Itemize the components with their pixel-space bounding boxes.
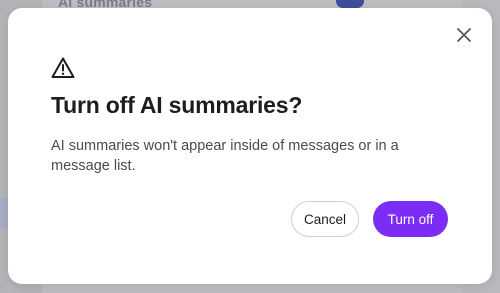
warning-icon [51,56,75,80]
close-button[interactable] [454,25,474,45]
dialog-title: Turn off AI summaries? [51,92,303,118]
background-accent [0,198,8,228]
cancel-button[interactable]: Cancel [291,201,359,237]
close-icon [457,28,471,42]
confirm-dialog: Turn off AI summaries? AI summaries won'… [8,8,492,284]
turn-off-button[interactable]: Turn off [373,201,448,237]
dialog-message: AI summaries won't appear inside of mess… [51,138,399,174]
background-ai-summaries-toggle [336,0,364,8]
